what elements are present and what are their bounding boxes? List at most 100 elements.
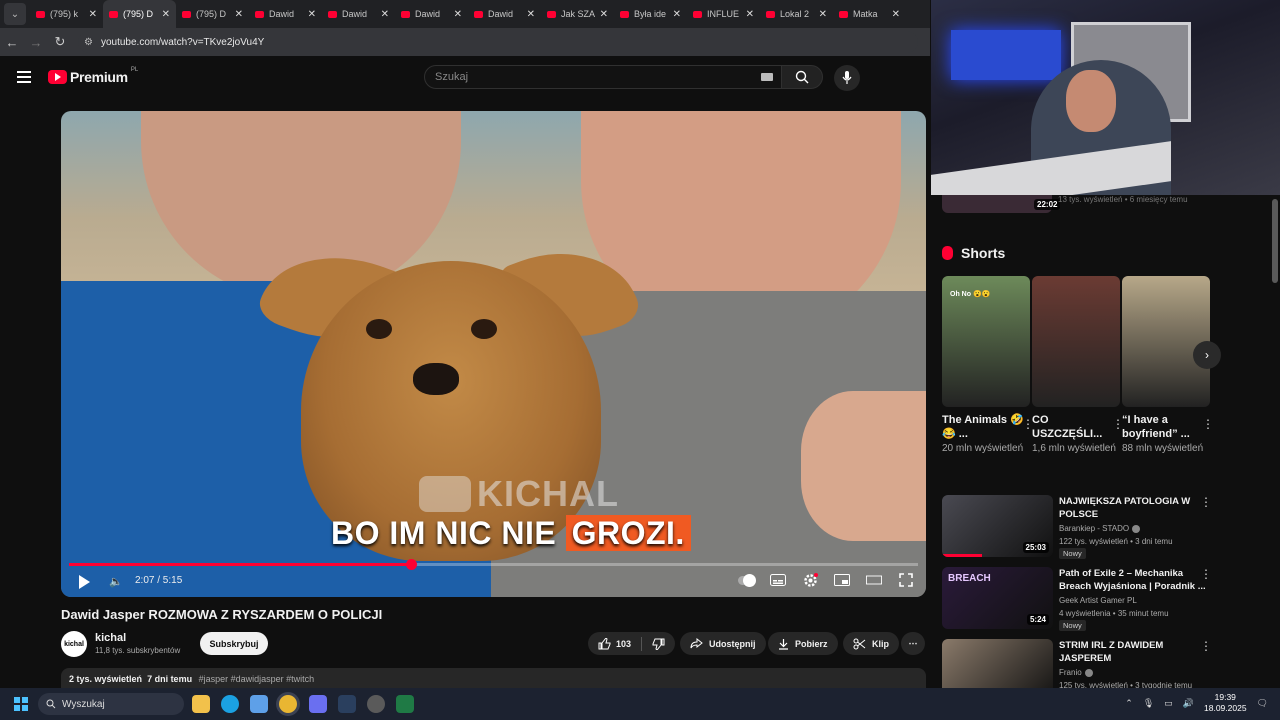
list-item[interactable]: BREACH 5:24 Path of Exile 2 – Mechanika Br… bbox=[942, 567, 1232, 631]
browser-tab[interactable]: (795) D ✕ bbox=[103, 0, 176, 28]
browser-tab[interactable]: Dawid ✕ bbox=[468, 0, 541, 28]
keyboard-icon[interactable] bbox=[761, 73, 773, 81]
forward-button[interactable]: → bbox=[24, 35, 48, 50]
browser-tab[interactable]: Jak SZA ✕ bbox=[541, 0, 614, 28]
youtube-logo[interactable]: Premium PL bbox=[48, 67, 138, 85]
close-tab-icon[interactable]: ✕ bbox=[527, 9, 535, 20]
video-list-channel[interactable]: Barankiep - STADO bbox=[1059, 524, 1141, 533]
browser-tab[interactable]: Była ide ✕ bbox=[614, 0, 687, 28]
more-vert-icon[interactable]: ⋮ bbox=[1202, 417, 1214, 431]
list-item[interactable]: 25:03 NAJWIĘKSZA PATOLOGIA W POLSCE Barank… bbox=[942, 495, 1232, 559]
browser-tab[interactable]: Matka ✕ bbox=[833, 0, 906, 28]
video-list-title[interactable]: NAJWIĘKSZA PATOLOGIA W POLSCE bbox=[1059, 495, 1209, 521]
clock[interactable]: 19:39 18.09.2025 bbox=[1204, 692, 1247, 714]
channel-avatar[interactable]: kichal bbox=[61, 631, 87, 657]
reload-button[interactable]: ↻ bbox=[48, 34, 72, 50]
close-tab-icon[interactable]: ✕ bbox=[819, 9, 827, 20]
chevron-up-icon[interactable]: ⌃ bbox=[1125, 698, 1133, 709]
share-button[interactable]: Udostępnij bbox=[680, 632, 766, 655]
excel-icon[interactable] bbox=[396, 695, 414, 713]
windows-start-icon[interactable] bbox=[14, 697, 28, 711]
hashtags[interactable]: #jasper #dawidjasper #twitch bbox=[199, 674, 315, 684]
more-vert-icon[interactable]: ⋮ bbox=[1200, 495, 1212, 509]
browser-tab[interactable]: (795) k ✕ bbox=[30, 0, 103, 28]
tab-search-button[interactable]: ⌄ bbox=[4, 3, 26, 25]
short-thumbnail[interactable] bbox=[1122, 276, 1210, 407]
obs-icon[interactable] bbox=[367, 695, 385, 713]
browser-tab[interactable]: Dawid ✕ bbox=[322, 0, 395, 28]
play-icon[interactable] bbox=[79, 575, 90, 589]
channel-name[interactable]: kichal bbox=[95, 632, 126, 644]
discord-icon[interactable] bbox=[309, 695, 327, 713]
url-field[interactable]: ⚙ youtube.com/watch?v=TKve2joVu4Y bbox=[78, 31, 918, 53]
close-tab-icon[interactable]: ✕ bbox=[89, 9, 97, 20]
site-info-icon[interactable]: ⚙ bbox=[84, 37, 93, 48]
notifications-icon[interactable]: 🗨 bbox=[1257, 698, 1268, 709]
shorts-next-button[interactable]: › bbox=[1193, 341, 1221, 369]
browser-tab[interactable]: (795) D ✕ bbox=[176, 0, 249, 28]
more-actions-button[interactable]: ⋯ bbox=[901, 632, 925, 655]
theater-mode-button[interactable] bbox=[866, 573, 882, 587]
subtitles-button[interactable] bbox=[770, 573, 786, 587]
settings-button[interactable] bbox=[802, 572, 818, 587]
browser-tab[interactable]: Dawid ✕ bbox=[249, 0, 322, 28]
close-tab-icon[interactable]: ✕ bbox=[381, 9, 389, 20]
volume-icon[interactable]: 🔈 bbox=[109, 575, 123, 588]
video-list-title[interactable]: STRIM IRL Z DAWIDEM JASPEREM bbox=[1059, 639, 1209, 665]
video-player[interactable]: KICHAL BO IM NIC NIE GROZI. 🔈 2:07 / 5:1… bbox=[61, 111, 926, 597]
previous-video-thumbnail[interactable]: 22:02 bbox=[942, 195, 1061, 213]
taskbar-search[interactable]: Wyszukaj bbox=[38, 693, 184, 715]
scrollbar[interactable] bbox=[1270, 195, 1280, 688]
progress-bar[interactable] bbox=[69, 559, 918, 570]
short-item[interactable]: Oh No 😮😮 The Animals 🤣😂 ... 20 mln wyświet… bbox=[942, 276, 1034, 455]
short-thumbnail[interactable] bbox=[1032, 276, 1120, 407]
short-item[interactable]: CO USZCZĘŚLI... 1,6 mln wyświetleń ⋮ bbox=[1032, 276, 1124, 455]
back-button[interactable]: ← bbox=[0, 35, 24, 50]
browser-tab[interactable]: Lokal 2 ✕ bbox=[760, 0, 833, 28]
video-list-channel[interactable]: Franio bbox=[1059, 668, 1093, 677]
store-icon[interactable] bbox=[250, 695, 268, 713]
close-tab-icon[interactable]: ✕ bbox=[454, 9, 462, 20]
search-input[interactable]: Szukaj bbox=[424, 65, 782, 89]
video-list-title[interactable]: Path of Exile 2 – Mechanika Breach Wyjaś… bbox=[1059, 567, 1209, 593]
close-tab-icon[interactable]: ✕ bbox=[892, 9, 900, 20]
voice-search-button[interactable] bbox=[834, 65, 860, 91]
short-title[interactable]: The Animals 🤣😂 ... bbox=[942, 413, 1030, 441]
close-tab-icon[interactable]: ✕ bbox=[746, 9, 754, 20]
more-vert-icon[interactable]: ⋮ bbox=[1200, 639, 1212, 653]
close-tab-icon[interactable]: ✕ bbox=[600, 9, 608, 20]
steam-icon[interactable] bbox=[338, 695, 356, 713]
clip-button[interactable]: Klip bbox=[843, 632, 899, 655]
video-thumbnail[interactable]: BREACH 5:24 bbox=[942, 567, 1053, 629]
menu-icon[interactable] bbox=[17, 71, 31, 83]
close-tab-icon[interactable]: ✕ bbox=[308, 9, 316, 20]
search-button[interactable] bbox=[781, 65, 823, 89]
thumbs-up-icon bbox=[598, 637, 611, 649]
close-tab-icon[interactable]: ✕ bbox=[235, 9, 243, 20]
microphone-tray-icon[interactable]: 🎙 bbox=[1143, 698, 1154, 709]
description-box[interactable]: 2 tys. wyświetleń 7 dni temu #jasper #da… bbox=[61, 668, 926, 690]
dislike-button[interactable] bbox=[652, 638, 665, 650]
subscribe-button[interactable]: Subskrybuj bbox=[200, 632, 268, 655]
like-button[interactable]: 103 bbox=[598, 637, 631, 650]
autoplay-toggle[interactable] bbox=[738, 573, 756, 587]
download-button[interactable]: Pobierz bbox=[768, 632, 838, 655]
short-title[interactable]: “I have a boyfriend” ... bbox=[1122, 413, 1210, 441]
network-icon[interactable]: ▭ bbox=[1164, 698, 1173, 709]
fullscreen-button[interactable] bbox=[898, 573, 914, 587]
browser-tab[interactable]: INFLUE ✕ bbox=[687, 0, 760, 28]
browser-tab[interactable]: Dawid ✕ bbox=[395, 0, 468, 28]
video-thumbnail[interactable]: 25:03 bbox=[942, 495, 1053, 557]
scrollbar-thumb[interactable] bbox=[1272, 199, 1278, 283]
video-list-channel[interactable]: Geek Artist Gamer PL bbox=[1059, 596, 1137, 605]
edge-icon[interactable] bbox=[221, 695, 239, 713]
speaker-icon[interactable]: 🔊 bbox=[1183, 698, 1194, 709]
new-badge: Nowy bbox=[1059, 620, 1086, 631]
miniplayer-button[interactable] bbox=[834, 573, 850, 587]
close-tab-icon[interactable]: ✕ bbox=[673, 9, 681, 20]
short-title[interactable]: CO USZCZĘŚLI... bbox=[1032, 413, 1120, 441]
close-tab-icon[interactable]: ✕ bbox=[162, 9, 170, 20]
more-vert-icon[interactable]: ⋮ bbox=[1200, 567, 1212, 581]
chrome-icon[interactable] bbox=[279, 695, 297, 713]
file-explorer-icon[interactable] bbox=[192, 695, 210, 713]
